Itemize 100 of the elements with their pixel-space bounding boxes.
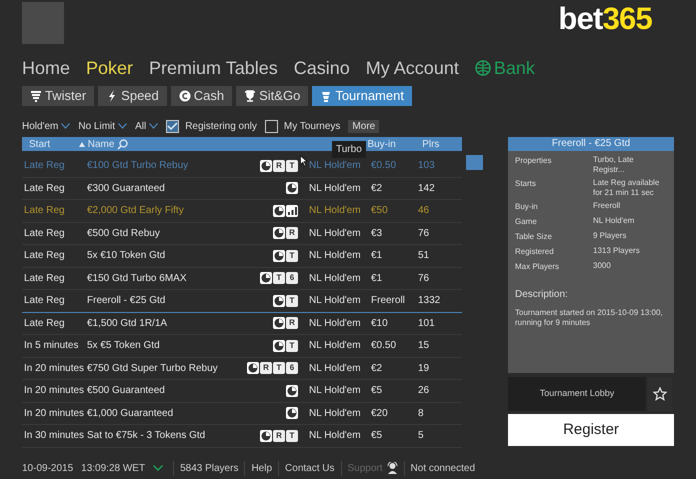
table-cell-text: In 20 minutes (24, 406, 86, 421)
property-label: Game (515, 216, 538, 228)
table-cell-text: Late Reg (24, 226, 66, 241)
avatar-placeholder (22, 2, 64, 44)
table-row[interactable]: Late Reg €300 Guaranteed NL Hold'em €2 142 (22, 178, 462, 200)
table-row[interactable]: In 30 minutes Sat to €75k - 3 Tokens Gtd R T NL Hold'em €5 5 (22, 425, 462, 448)
register-button[interactable]: Register (508, 414, 674, 446)
table-cell-text: 1332 (418, 294, 442, 308)
table-cell-text: €1 (371, 249, 384, 264)
nav-link[interactable]: Casino (294, 54, 350, 82)
filter-dropdown[interactable]: All (135, 118, 158, 134)
filter-dropdown[interactable]: Hold'em (22, 118, 70, 134)
tab[interactable]: Cash (170, 86, 232, 106)
property-badge: R (260, 362, 272, 374)
status-text: Not connected (404, 460, 482, 476)
table-row[interactable]: In 20 minutes €500 Guaranteed NL Hold'em €5 26 (22, 380, 462, 402)
table-row[interactable]: Late Reg 5x €10 Token Gtd T NL Hold'em €1 51 (22, 245, 462, 268)
table-cell-text: €3 (371, 226, 384, 241)
table-cell-text: Late Reg (24, 182, 66, 196)
table-cell-text: €0.50 (371, 159, 398, 174)
table-cell-text: 8 (418, 406, 425, 421)
table-cell-text: 76 (418, 272, 430, 286)
table-cell-text: 26 (418, 384, 430, 398)
table-cell-text: 5 (418, 429, 425, 444)
tab[interactable]: Twister (22, 86, 94, 106)
table-cell-text: Freeroll - €25 Gtd (87, 294, 166, 308)
clock-icon (286, 182, 298, 194)
table-cell-text: 46 (418, 204, 430, 218)
clock-icon (260, 160, 272, 172)
table-cell-text: Freeroll (371, 294, 406, 308)
nav-link[interactable]: Home (22, 54, 70, 82)
tooltip: Turbo (332, 141, 366, 158)
tab[interactable]: Tournament (312, 86, 412, 106)
clock-icon (273, 227, 285, 240)
table-cell-text: €2,000 Gtd Early Fifty (87, 204, 185, 218)
property-value: Turbo, Late Registr... (593, 155, 635, 175)
property-badge: T (286, 160, 298, 172)
property-value: Late Reg available for 21 min 11 sec (593, 178, 660, 198)
property-badge: R (273, 430, 285, 442)
star-icon (653, 387, 667, 401)
table-cell-text: Late Reg (24, 272, 66, 286)
nav-link[interactable]: Premium Tables (149, 54, 278, 82)
property-value: NL Hold'em (593, 216, 634, 227)
property-value: 9 Players (593, 231, 626, 242)
filter-dropdown[interactable]: No Limit (78, 118, 128, 134)
tab[interactable]: Sit&Go (236, 86, 308, 106)
scroll-thumb[interactable] (466, 155, 483, 170)
nav-link[interactable]: My Account (366, 54, 459, 82)
table-cell-text: In 5 minutes (24, 339, 80, 354)
table-cell-text: NL Hold'em (309, 339, 362, 354)
table-cell-text: €300 Guaranteed (87, 182, 166, 196)
table-row[interactable]: In 5 minutes 5x €5 Token Gtd T NL Hold'em €0.50 15 (22, 335, 462, 358)
table-cell-text: €2 (371, 362, 384, 376)
table-cell-text: NL Hold'em (309, 159, 362, 174)
table-cell-text: €2 (371, 182, 384, 196)
table-row[interactable]: Late Reg €2,000 Gtd Early Fifty NL Hold'em €50 46 (22, 200, 462, 222)
search-icon[interactable] (117, 138, 128, 150)
table-cell-text: 142 (418, 182, 436, 196)
checkbox[interactable] (166, 120, 180, 132)
table-cell-text: NL Hold'em (309, 406, 362, 421)
table-cell-text: 19 (418, 362, 430, 376)
chevron-down-icon[interactable] (153, 465, 164, 471)
table-cell-text: €100 Gtd Turbo Rebuy (87, 159, 190, 174)
tab[interactable]: Speed (98, 86, 167, 106)
status-link[interactable]: Help (244, 460, 278, 476)
checkbox-label: My Tourneys (284, 120, 340, 134)
table-cell-text: NL Hold'em (309, 429, 362, 444)
bar-chart-icon (286, 204, 298, 217)
property-badge: R (286, 317, 298, 330)
table-cell-text: €50 (371, 204, 389, 218)
property-badge: R (273, 160, 285, 172)
clock-icon (273, 340, 285, 352)
nav-link[interactable]: Bank (474, 54, 535, 82)
sort-up-icon (78, 142, 85, 146)
property-label: Registered (515, 246, 555, 258)
nav-link[interactable]: Poker (86, 54, 134, 82)
status-date: 10-09-2015 (22, 462, 74, 476)
table-row[interactable]: Late Reg Freeroll - €25 Gtd T NL Hold'em Freeroll 1332 (22, 290, 462, 312)
property-label: Properties (515, 155, 552, 167)
clock-icon (286, 384, 298, 397)
property-value: Freeroll (593, 201, 620, 212)
clock-icon (273, 294, 285, 307)
property-label: Table Size (515, 231, 553, 243)
property-badge: R (286, 227, 298, 240)
table-row[interactable]: In 20 minutes €1,000 Guaranteed NL Hold'em €20 8 (22, 402, 462, 425)
table-row[interactable]: Late Reg €500 Gtd Rebuy R NL Hold'em €3 76 (22, 222, 462, 245)
table-cell-text: €10 (371, 316, 389, 331)
tournament-lobby-button[interactable]: Tournament Lobby (508, 377, 646, 411)
table-row[interactable]: In 20 minutes €750 Gtd Super Turbo Rebuy R T 6 NL Hold'em €2 19 (22, 358, 462, 380)
table-cell-text: €500 Gtd Rebuy (87, 226, 161, 241)
checkbox[interactable] (264, 120, 278, 132)
clock-icon (260, 430, 272, 442)
table-cell-text: 5x €10 Token Gtd (87, 249, 166, 264)
status-link[interactable]: Contact Us (278, 460, 340, 476)
more-button[interactable]: More (348, 120, 380, 132)
logo: bet365 (558, 3, 652, 34)
chevron-down-icon (61, 123, 70, 129)
property-badge: T (286, 430, 298, 442)
table-row[interactable]: Late Reg €1,500 Gtd 1R/1A R NL Hold'em €10 101 (22, 312, 462, 335)
table-row[interactable]: Late Reg €150 Gtd Turbo 6MAX T 6 NL Hold'em €1 76 (22, 268, 462, 290)
